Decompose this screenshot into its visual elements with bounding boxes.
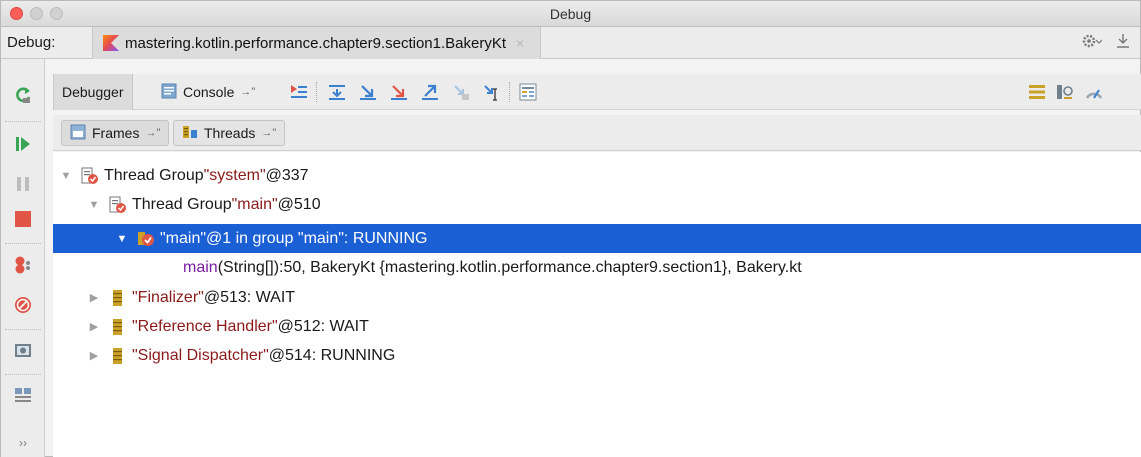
step-out-icon[interactable]	[421, 83, 439, 101]
evaluate-expression-icon[interactable]	[519, 83, 537, 101]
thread-group-icon	[109, 196, 127, 214]
tool-window-label: Debug:	[7, 34, 56, 51]
pin-icon[interactable]: →"	[261, 127, 276, 139]
session-tab[interactable]: mastering.kotlin.performance.chapter9.se…	[92, 27, 542, 59]
thread-status: @512: WAIT	[277, 317, 369, 335]
pause-icon[interactable]	[13, 174, 33, 194]
tree-row-thread[interactable]: ▶ "Finalizer" @513: WAIT	[53, 283, 1141, 312]
toolbar-separator	[316, 82, 317, 102]
frame-location: (String[]):50, BakeryKt {mastering.kotli…	[217, 258, 802, 276]
mute-breakpoints-icon[interactable]	[13, 295, 33, 315]
debugger-tab-label: Debugger	[62, 84, 124, 100]
thread-group-icon	[81, 167, 99, 185]
window-title: Debug	[549, 6, 592, 22]
left-toolbar: ››	[1, 59, 45, 457]
expand-arrow-icon[interactable]: ▶	[87, 349, 101, 362]
toolbar-separator	[5, 243, 41, 244]
thread-label: "main"@1 in group "main": RUNNING	[160, 229, 428, 247]
tree-row-thread[interactable]: ▶ "Signal Dispatcher" @514: RUNNING	[53, 341, 1141, 370]
tree-row-thread[interactable]: ▶ "Reference Handler" @512: WAIT	[53, 312, 1141, 341]
group-prefix: Thread Group	[132, 195, 232, 213]
show-execution-point-icon[interactable]	[290, 83, 308, 101]
thread-status: @514: RUNNING	[268, 346, 396, 364]
expand-arrow-icon[interactable]: ▶	[87, 291, 101, 304]
gear-icon[interactable]	[1082, 33, 1103, 54]
tab-debugger[interactable]: Debugger	[53, 74, 133, 110]
threads-tab-label: Threads	[204, 125, 256, 141]
frames-icon	[70, 124, 86, 143]
force-step-into-icon[interactable]	[390, 83, 408, 101]
toolbar-separator	[5, 374, 41, 375]
suspended-thread-icon	[137, 230, 155, 248]
thread-icon	[109, 318, 127, 336]
rerun-icon[interactable]	[13, 85, 33, 105]
debug-window: Debug Debug: mastering.kotlin.performanc…	[0, 0, 1141, 457]
tree-row-main-group[interactable]: ▼ Thread Group "main" @510	[53, 190, 1141, 219]
debugger-toolbar: Debugger Console →"	[53, 74, 1141, 110]
thread-icon	[109, 347, 127, 365]
kotlin-file-icon	[103, 35, 119, 51]
expand-arrow-icon[interactable]: ▼	[115, 233, 129, 245]
frame-method: main	[183, 258, 218, 276]
expand-arrow-icon[interactable]: ▶	[87, 320, 101, 333]
expand-arrow-icon[interactable]: ▼	[87, 199, 101, 211]
hide-icon[interactable]	[1116, 33, 1130, 54]
tree-row-system-group[interactable]: ▼ Thread Group "system" @337	[53, 161, 1141, 190]
group-prefix: Thread Group	[104, 166, 204, 184]
console-tab-label: Console	[183, 84, 235, 100]
session-tab-label: mastering.kotlin.performance.chapter9.se…	[125, 34, 507, 52]
pin-icon[interactable]: →"	[145, 127, 160, 139]
group-name: "system"	[203, 166, 266, 184]
tab-threads[interactable]: Threads →"	[173, 120, 286, 146]
tab-frames[interactable]: Frames →"	[61, 120, 170, 146]
drop-frame-icon[interactable]	[452, 83, 470, 101]
threads-tree: ▼ Thread Group "system" @337 ▼ Thread Gr…	[53, 152, 1141, 457]
group-suffix: @510	[277, 195, 321, 213]
toolbar-separator	[5, 121, 41, 122]
pin-icon[interactable]: →"	[240, 86, 255, 98]
toolbar-separator	[509, 82, 510, 102]
threads-icon	[182, 124, 198, 143]
layout-icon[interactable]	[13, 385, 33, 405]
tool-window-header: Debug: mastering.kotlin.performance.chap…	[1, 27, 1140, 59]
toolbar-separator	[5, 329, 41, 330]
camera-icon[interactable]	[13, 340, 33, 360]
restore-layout-icon[interactable]	[1056, 83, 1074, 101]
step-into-icon[interactable]	[359, 83, 377, 101]
tab-console[interactable]: Console →"	[153, 74, 263, 110]
step-over-icon[interactable]	[328, 83, 346, 101]
stop-icon[interactable]	[13, 209, 33, 229]
group-name: "main"	[231, 195, 278, 213]
view-breakpoints-icon[interactable]	[13, 255, 33, 275]
view-tabs: Frames →" Threads →"	[53, 115, 1141, 151]
title-bar: Debug	[1, 1, 1140, 27]
thread-name: "Reference Handler"	[132, 317, 278, 335]
tree-row-main-thread[interactable]: ▼ "main"@1 in group "main": RUNNING	[53, 224, 1141, 253]
close-icon[interactable]: ×	[516, 35, 524, 51]
thread-name: "Signal Dispatcher"	[132, 346, 269, 364]
tree-row-frame[interactable]: main (String[]):50, BakeryKt {mastering.…	[53, 253, 1141, 282]
console-icon	[161, 83, 177, 102]
expand-arrow-icon[interactable]: ▼	[59, 170, 73, 182]
more-icon[interactable]: ››	[13, 433, 33, 453]
frames-tab-label: Frames	[92, 125, 140, 141]
thread-icon	[109, 289, 127, 307]
group-suffix: @337	[265, 166, 309, 184]
resume-icon[interactable]	[13, 134, 33, 154]
settings-list-icon[interactable]	[1028, 83, 1046, 101]
thread-name: "Finalizer"	[132, 288, 204, 306]
memory-indicator-icon[interactable]	[1085, 83, 1103, 101]
run-to-cursor-icon[interactable]	[483, 83, 501, 101]
thread-status: @513: WAIT	[203, 288, 296, 306]
